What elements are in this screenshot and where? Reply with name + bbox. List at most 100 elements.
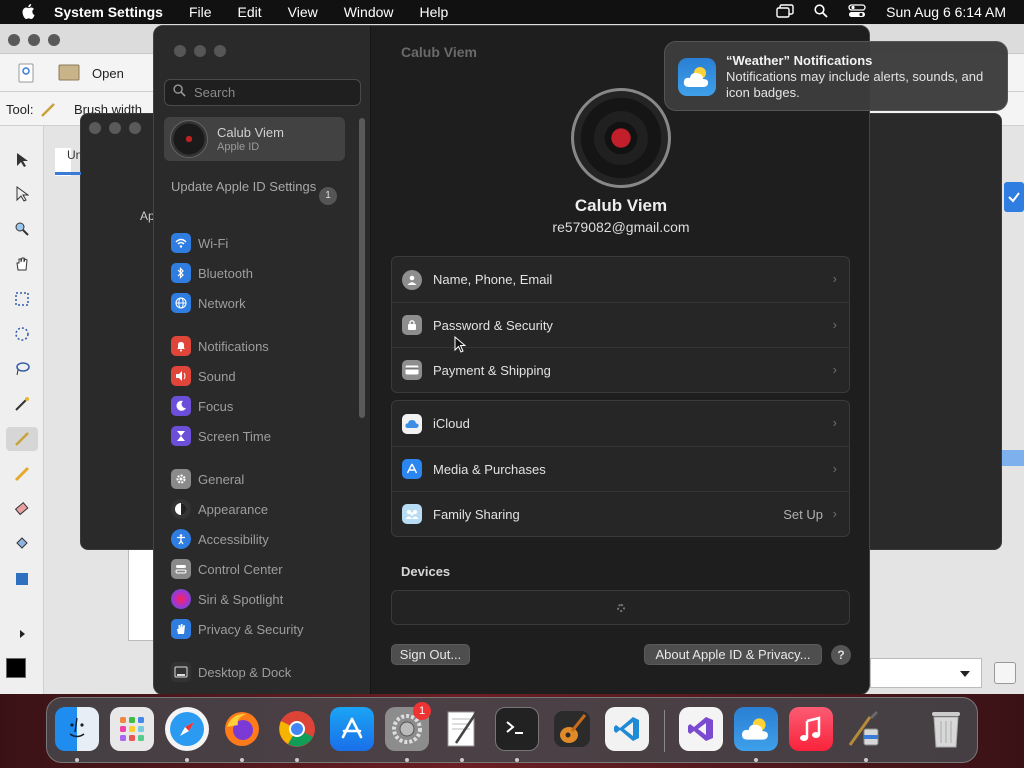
- bg-close-button[interactable]: [8, 34, 20, 46]
- dock-chrome-icon[interactable]: [275, 707, 319, 751]
- row-media-purchases[interactable]: Media & Purchases ›: [392, 446, 849, 491]
- sidebar-item-desktop-dock[interactable]: Desktop & Dock: [171, 660, 291, 684]
- menu-help[interactable]: Help: [407, 0, 462, 24]
- gradient-tool-icon[interactable]: [10, 567, 34, 591]
- spotlight-search-icon[interactable]: [814, 3, 828, 21]
- sidebar-item-appearance[interactable]: Appearance: [171, 497, 268, 521]
- dock-safari-icon[interactable]: [165, 707, 209, 751]
- sidebar-item-general[interactable]: General: [171, 467, 244, 491]
- mouse-cursor-icon: [454, 335, 467, 359]
- row-label-password-security: Password & Security: [433, 317, 553, 333]
- profile-avatar[interactable]: [571, 88, 671, 188]
- darkwin-minimize-button[interactable]: [109, 122, 121, 134]
- darkwin-tab-label[interactable]: Un: [67, 148, 82, 162]
- window-zoom-button[interactable]: [214, 45, 226, 57]
- darkwin-close-button[interactable]: [89, 122, 101, 134]
- sidebar-item-apple-id[interactable]: Calub Viem Apple ID: [164, 117, 345, 161]
- new-file-icon[interactable]: [16, 63, 36, 88]
- weather-notification[interactable]: “Weather” Notifications Notifications ma…: [664, 41, 1008, 111]
- sidebar-item-privacy-security[interactable]: Privacy & Security: [171, 617, 303, 641]
- loading-spinner-icon: [616, 603, 625, 612]
- dock-finder-icon[interactable]: [55, 707, 99, 751]
- sidebar-item-update-apple-id[interactable]: Update Apple ID Settings 1: [171, 179, 351, 205]
- sidebar-label-notifications: Notifications: [198, 338, 269, 354]
- row-name-phone-email[interactable]: Name, Phone, Email ›: [392, 257, 849, 302]
- row-family-sharing[interactable]: Family Sharing Set Up ›: [392, 491, 849, 536]
- lasso-icon[interactable]: [10, 357, 34, 381]
- paintbrush-tool-icon[interactable]: [6, 427, 38, 451]
- ellipse-select-icon[interactable]: [10, 322, 34, 346]
- bg-zoom-button[interactable]: [48, 34, 60, 46]
- about-apple-id-privacy-button[interactable]: About Apple ID & Privacy...: [644, 644, 822, 665]
- help-button[interactable]: ?: [831, 645, 851, 665]
- expand-tools-icon[interactable]: [10, 622, 34, 646]
- dock-launchpad-icon[interactable]: [110, 707, 154, 751]
- hand-tool-icon[interactable]: [10, 252, 34, 276]
- dock-paintbrush-icon[interactable]: [844, 707, 888, 751]
- dock-music-icon[interactable]: [789, 707, 833, 751]
- rect-select-icon[interactable]: [10, 287, 34, 311]
- menu-file[interactable]: File: [176, 0, 225, 24]
- dock-firefox-icon[interactable]: [220, 707, 264, 751]
- select-arrow-icon[interactable]: [10, 148, 34, 172]
- dock-weather-icon[interactable]: [734, 707, 778, 751]
- sidebar-label-focus: Focus: [198, 398, 234, 414]
- bg-minimize-button[interactable]: [28, 34, 40, 46]
- bg-fit-button[interactable]: [994, 662, 1016, 684]
- dock-app-store-icon[interactable]: [330, 707, 374, 751]
- dock-visual-studio-icon[interactable]: [679, 707, 723, 751]
- sidebar-item-siri-spotlight[interactable]: Siri & Spotlight: [171, 587, 283, 611]
- dock-garageband-icon[interactable]: [550, 707, 594, 751]
- sidebar-item-accessibility[interactable]: Accessibility: [171, 527, 269, 551]
- search-input[interactable]: [194, 85, 344, 100]
- window-minimize-button[interactable]: [194, 45, 206, 57]
- sidebar-profile-name: Calub Viem: [217, 125, 284, 140]
- dock-running-indicator: [75, 758, 79, 762]
- sidebar-item-network[interactable]: Network: [171, 291, 246, 315]
- eraser-tool-icon[interactable]: [10, 497, 34, 521]
- primary-color-swatch[interactable]: [6, 658, 26, 678]
- dock-trash-icon[interactable]: [924, 707, 968, 751]
- apple-menu-icon[interactable]: [18, 0, 40, 24]
- direct-select-icon[interactable]: [10, 182, 34, 206]
- sign-out-button[interactable]: Sign Out...: [391, 644, 470, 665]
- darkwin-zoom-button[interactable]: [129, 122, 141, 134]
- menu-bar: System Settings File Edit View Window He…: [0, 0, 1024, 24]
- sidebar-item-sound[interactable]: Sound: [171, 364, 236, 388]
- menu-window[interactable]: Window: [331, 0, 407, 24]
- app-store-icon: [402, 459, 422, 479]
- menu-view[interactable]: View: [275, 0, 331, 24]
- bg-checkbox-icon[interactable]: [1004, 182, 1024, 212]
- sidebar-item-bluetooth[interactable]: Bluetooth: [171, 261, 253, 285]
- paint-bucket-icon[interactable]: [10, 532, 34, 556]
- credit-card-icon: [402, 360, 422, 380]
- chevron-right-icon: ›: [832, 362, 837, 377]
- menu-app-name[interactable]: System Settings: [40, 0, 176, 24]
- open-folder-icon[interactable]: [58, 62, 80, 87]
- dock-terminal-icon[interactable]: [495, 707, 539, 751]
- control-center-icon[interactable]: [848, 3, 866, 21]
- weather-app-icon: [678, 58, 716, 96]
- open-button[interactable]: Open: [92, 66, 124, 81]
- sidebar-search[interactable]: [164, 79, 361, 106]
- sidebar-item-notifications[interactable]: Notifications: [171, 334, 269, 358]
- menu-edit[interactable]: Edit: [225, 0, 275, 24]
- bg-zoom-dropdown-icon[interactable]: [950, 660, 980, 688]
- window-close-button[interactable]: [174, 45, 186, 57]
- row-icloud[interactable]: iCloud ›: [392, 401, 849, 446]
- sidebar-item-focus[interactable]: Focus: [171, 394, 233, 418]
- sidebar-item-screen-time[interactable]: Screen Time: [171, 424, 271, 448]
- pencil-tool-icon[interactable]: [10, 462, 34, 486]
- menu-clock[interactable]: Sun Aug 6 6:14 AM: [886, 4, 1006, 20]
- sidebar-item-control-center[interactable]: Control Center: [171, 557, 283, 581]
- zoom-tool-icon[interactable]: [10, 217, 34, 241]
- update-label: Update Apple ID Settings: [171, 179, 317, 194]
- sidebar-item-wifi[interactable]: Wi-Fi: [171, 231, 228, 255]
- magic-wand-icon[interactable]: [10, 392, 34, 416]
- sidebar-scrollbar[interactable]: [359, 118, 365, 418]
- dock-vscode-icon[interactable]: [605, 707, 649, 751]
- lock-icon: [402, 315, 422, 335]
- dock-textedit-icon[interactable]: [440, 707, 484, 751]
- accessibility-icon: [171, 529, 191, 549]
- screen-mirroring-icon[interactable]: [776, 3, 794, 21]
